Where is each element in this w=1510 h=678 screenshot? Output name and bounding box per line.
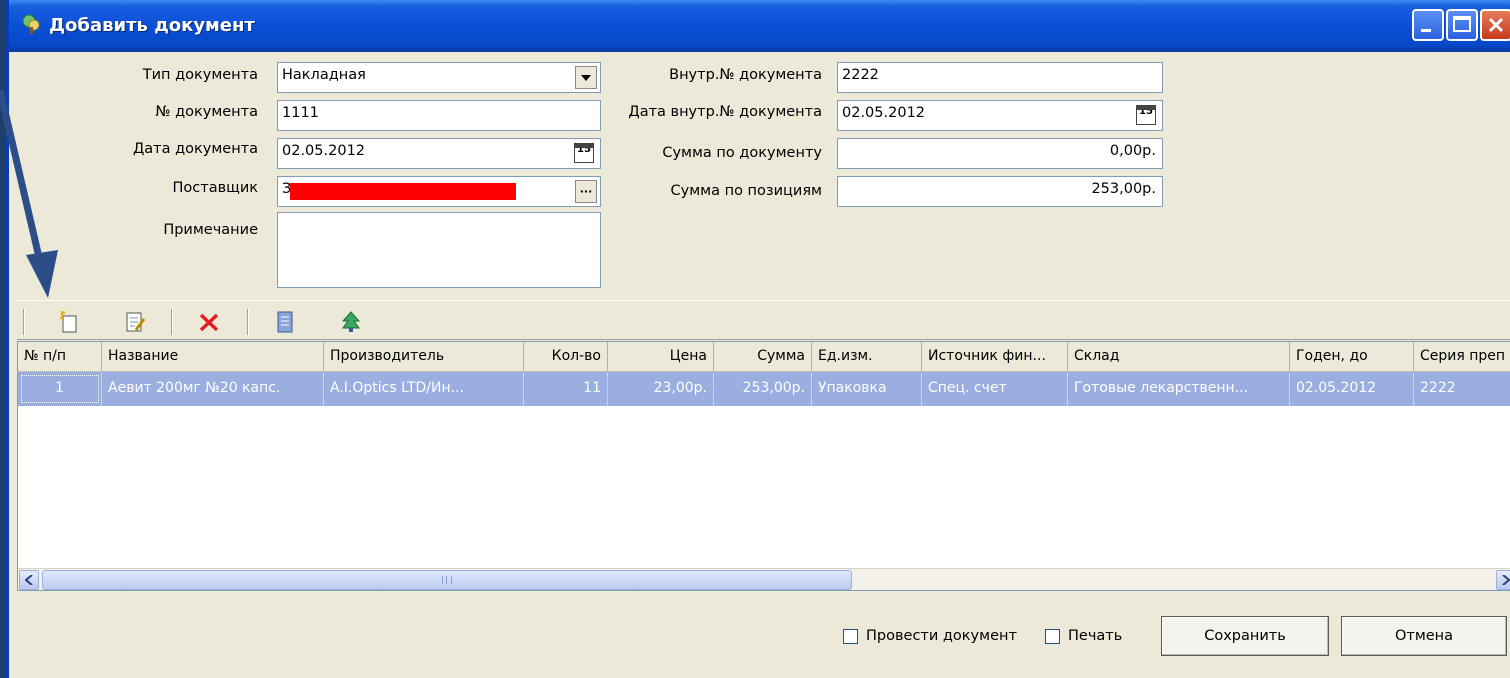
cell-series[interactable]: 2222 <box>1414 372 1510 406</box>
column-header[interactable]: Сумма <box>714 342 812 372</box>
cell-unit[interactable]: Упаковка <box>812 372 922 406</box>
calendar-icon[interactable]: 15 <box>574 143 594 163</box>
table-row[interactable]: 1 Аевит 200мг №20 капс. A.I.Optics LTD/И… <box>18 372 1510 406</box>
column-header[interactable]: Склад <box>1068 342 1290 372</box>
scroll-left-button[interactable] <box>19 570 39 590</box>
cell-name[interactable]: Аевит 200мг №20 капс. <box>102 372 324 406</box>
doc-number-field[interactable]: 1111 <box>277 100 601 131</box>
minimize-icon <box>1421 29 1431 32</box>
delete-row-icon[interactable] <box>197 310 221 334</box>
chevron-right-icon <box>1502 575 1510 585</box>
app-icon <box>22 14 40 34</box>
inner-date-field[interactable]: 02.05.2012 15 <box>837 100 1163 131</box>
window-title: Добавить документ <box>49 15 255 36</box>
doc-type-value: Накладная <box>282 67 366 83</box>
print-label: Печать <box>1068 628 1123 644</box>
doc-type-select[interactable]: Накладная <box>277 62 601 93</box>
cancel-button[interactable]: Отмена <box>1341 616 1507 656</box>
inner-date-label: Дата внутр.№ документа <box>628 104 822 120</box>
column-header[interactable]: Кол-во <box>524 342 608 372</box>
doc-sum-value: 0,00р. <box>1109 143 1156 159</box>
cell-sum[interactable]: 253,00р. <box>714 372 812 406</box>
column-header[interactable]: Цена <box>608 342 714 372</box>
inner-date-value: 02.05.2012 <box>842 105 926 121</box>
column-header[interactable]: Серия преп <box>1414 342 1510 372</box>
scroll-right-button[interactable] <box>1496 570 1510 590</box>
scrollbar-thumb[interactable] <box>42 570 852 590</box>
close-icon <box>1488 17 1504 33</box>
column-header[interactable]: Название <box>102 342 324 372</box>
cell-expiry[interactable]: 02.05.2012 <box>1290 372 1414 406</box>
supplier-label: Поставщик <box>172 180 258 196</box>
positions-sum-label: Сумма по позициям <box>670 183 822 199</box>
doc-number-value: 1111 <box>282 105 319 121</box>
checkbox-box[interactable] <box>843 628 858 644</box>
document-list-icon[interactable] <box>273 310 297 334</box>
calendar-icon[interactable]: 15 <box>1136 105 1156 125</box>
add-row-icon[interactable] <box>57 310 81 334</box>
column-header[interactable]: Производитель <box>324 342 524 372</box>
inner-number-field[interactable]: 2222 <box>837 62 1163 93</box>
inner-number-label: Внутр.№ документа <box>669 67 822 83</box>
note-label: Примечание <box>163 222 258 238</box>
doc-number-label: № документа <box>155 104 258 120</box>
column-header[interactable]: Ед.изм. <box>812 342 922 372</box>
cell-manufacturer[interactable]: A.I.Optics LTD/Ин... <box>324 372 524 406</box>
cell-price[interactable]: 23,00р. <box>608 372 714 406</box>
supplier-browse-button[interactable]: ··· <box>575 180 597 203</box>
doc-sum-label: Сумма по документу <box>662 145 822 161</box>
title-bar[interactable]: Добавить документ <box>9 0 1510 52</box>
post-document-checkbox[interactable]: Провести документ <box>843 628 1017 644</box>
horizontal-scrollbar[interactable] <box>18 568 1510 590</box>
minimize-button[interactable] <box>1412 9 1444 41</box>
post-document-label: Провести документ <box>866 628 1017 644</box>
edit-row-icon[interactable] <box>123 310 147 334</box>
items-grid[interactable]: № п/п Название Производитель Кол-во Цена… <box>17 341 1510 591</box>
grid-header: № п/п Название Производитель Кол-во Цена… <box>18 342 1510 372</box>
doc-type-dropdown-button[interactable] <box>575 66 597 89</box>
positions-sum-field: 253,00р. <box>837 176 1163 207</box>
close-button[interactable] <box>1480 9 1510 41</box>
dialog-footer: Провести документ Печать Сохранить Отмен… <box>17 592 1510 678</box>
doc-date-value: 02.05.2012 <box>282 143 366 159</box>
print-checkbox[interactable]: Печать <box>1045 628 1122 644</box>
grid-toolbar <box>17 300 1510 340</box>
doc-sum-field[interactable]: 0,00р. <box>837 138 1163 169</box>
maximize-button[interactable] <box>1446 9 1478 41</box>
column-header[interactable]: Годен, до <box>1290 342 1414 372</box>
save-button[interactable]: Сохранить <box>1161 616 1329 656</box>
sort-tree-icon[interactable] <box>339 310 363 334</box>
supplier-field[interactable]: З ··· <box>277 176 601 207</box>
toolbar-separator <box>171 309 173 335</box>
toolbar-separator <box>23 309 25 335</box>
cell-funding-source[interactable]: Спец. счет <box>922 372 1068 406</box>
note-textarea[interactable] <box>277 212 601 288</box>
positions-sum-value: 253,00р. <box>1091 181 1156 197</box>
cell-warehouse[interactable]: Готовые лекарственн... <box>1068 372 1290 406</box>
column-header[interactable]: Источник фин... <box>922 342 1068 372</box>
grip-icon <box>442 576 452 584</box>
maximize-icon <box>1453 16 1471 32</box>
cell-index[interactable]: 1 <box>18 372 102 406</box>
checkbox-box[interactable] <box>1045 628 1060 644</box>
inner-number-value: 2222 <box>842 67 879 83</box>
toolbar-separator <box>247 309 249 335</box>
chevron-down-icon <box>581 74 591 81</box>
column-header[interactable]: № п/п <box>18 342 102 372</box>
add-document-window: Добавить документ Тип документа Накладна… <box>6 0 1510 678</box>
chevron-left-icon <box>25 575 33 585</box>
cell-quantity[interactable]: 11 <box>524 372 608 406</box>
doc-date-field[interactable]: 02.05.2012 15 <box>277 138 601 169</box>
redaction-bar <box>290 183 516 200</box>
doc-type-label: Тип документа <box>142 67 258 83</box>
doc-date-label: Дата документа <box>132 141 258 157</box>
